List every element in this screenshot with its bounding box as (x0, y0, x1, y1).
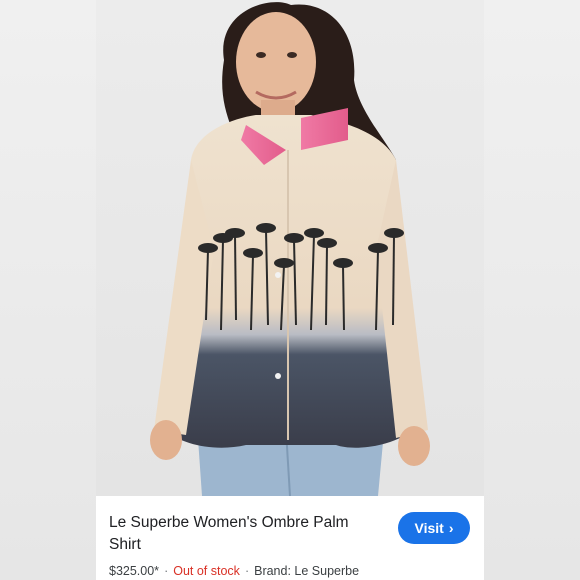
product-image[interactable] (96, 0, 484, 496)
chevron-right-icon: › (448, 520, 454, 536)
visit-button-label: Visit (414, 520, 444, 536)
product-meta-row: $325.00* · Out of stock · Brand: Le Superbe (109, 564, 359, 578)
visit-button[interactable]: Visit › (398, 512, 470, 544)
separator-dot: · (164, 564, 169, 578)
separator-dot: · (244, 564, 250, 578)
price: $325.00* (109, 564, 160, 578)
left-blur-background (0, 0, 96, 580)
product-info-panel: Le Superbe Women's Ombre Palm Shirt Visi… (96, 496, 484, 580)
product-card[interactable]: Le Superbe Women's Ombre Palm Shirt Visi… (96, 0, 484, 580)
brand-label: Brand: Le Superbe (254, 564, 360, 578)
product-title[interactable]: Le Superbe Women's Ombre Palm Shirt (109, 512, 379, 556)
stock-status: Out of stock (173, 564, 240, 578)
product-photo-illustration (150, 2, 430, 496)
right-blur-background (484, 0, 580, 580)
